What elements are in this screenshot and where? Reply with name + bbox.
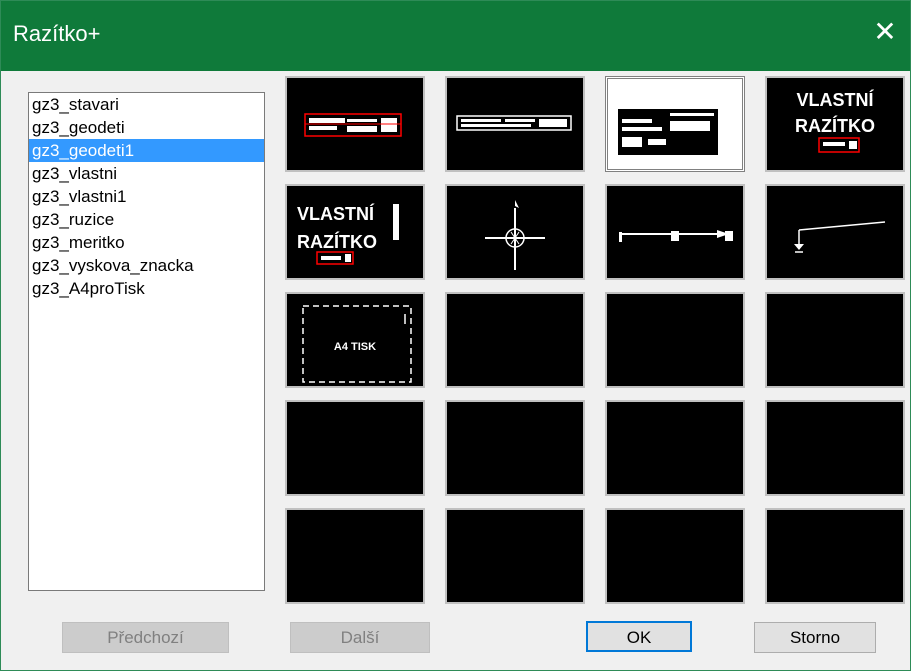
vlastni1-text-line1: VLASTNÍ — [297, 203, 375, 224]
list-item[interactable]: gz3_ruzice — [29, 208, 264, 231]
list-item[interactable]: gz3_vlastni — [29, 162, 264, 185]
vyskova-znacka-preview-drawing — [794, 221, 886, 253]
preview-tile-a4protisk[interactable]: A4 TISK — [285, 292, 425, 388]
vlastni1-preview-drawing: VLASTNÍ RAZÍTKO — [297, 203, 399, 265]
vlastni-text-line2: RAZÍTKO — [795, 115, 875, 136]
geodeti1-preview-drawing — [618, 109, 718, 155]
preview-tile-empty[interactable] — [605, 508, 745, 604]
meritko-preview-drawing — [619, 230, 733, 242]
vlastni-preview-drawing: VLASTNÍ RAZÍTKO — [795, 89, 875, 153]
list-item[interactable]: gz3_meritko — [29, 231, 264, 254]
vlastni-text-line1: VLASTNÍ — [796, 89, 874, 110]
cancel-button[interactable]: Storno — [754, 622, 876, 653]
preview-tile-empty[interactable] — [605, 292, 745, 388]
vlastni1-text-line2: RAZÍTKO — [297, 231, 377, 252]
block-list[interactable]: gz3_stavari gz3_geodeti gz3_geodeti1 gz3… — [28, 92, 265, 591]
preview-tile-meritko[interactable] — [605, 184, 745, 280]
previous-button[interactable]: Předchozí — [62, 622, 229, 653]
geodeti-preview-drawing — [456, 115, 572, 131]
preview-tile-vyskova-znacka[interactable] — [765, 184, 905, 280]
a4-tisk-label: A4 TISK — [334, 341, 376, 353]
preview-tile-vlastni1[interactable]: VLASTNÍ RAZÍTKO — [285, 184, 425, 280]
preview-tile-vlastni[interactable]: VLASTNÍ RAZÍTKO — [765, 76, 905, 172]
title-bar: Razítko+ ✕ — [1, 1, 910, 71]
ruzice-preview-drawing — [485, 200, 545, 270]
list-item[interactable]: gz3_vlastni1 — [29, 185, 264, 208]
a4protisk-preview-drawing: A4 TISK — [302, 305, 412, 383]
list-item[interactable]: gz3_A4proTisk — [29, 277, 264, 300]
close-icon[interactable]: ✕ — [870, 17, 900, 47]
preview-tile-empty[interactable] — [765, 400, 905, 496]
list-item-selected[interactable]: gz3_geodeti1 — [29, 139, 264, 162]
preview-tile-empty[interactable] — [445, 400, 585, 496]
preview-tile-empty[interactable] — [765, 292, 905, 388]
ok-button[interactable]: OK — [586, 621, 692, 652]
preview-tile-empty[interactable] — [765, 508, 905, 604]
list-item[interactable]: gz3_vyskova_znacka — [29, 254, 264, 277]
next-button[interactable]: Další — [290, 622, 430, 653]
preview-tile-geodeti[interactable] — [445, 76, 585, 172]
dialog-window: Razítko+ ✕ gz3_stavari gz3_geodeti gz3_g… — [0, 0, 911, 671]
preview-tile-empty[interactable] — [285, 400, 425, 496]
preview-tile-empty[interactable] — [605, 400, 745, 496]
list-item[interactable]: gz3_stavari — [29, 93, 264, 116]
window-title: Razítko+ — [13, 21, 101, 46]
stavari-preview-drawing — [304, 113, 402, 137]
preview-tile-stavari[interactable] — [285, 76, 425, 172]
preview-tile-empty[interactable] — [285, 508, 425, 604]
preview-tile-empty[interactable] — [445, 292, 585, 388]
list-item[interactable]: gz3_geodeti — [29, 116, 264, 139]
preview-tile-geodeti1[interactable] — [605, 76, 745, 172]
preview-tile-empty[interactable] — [445, 508, 585, 604]
preview-tile-ruzice[interactable] — [445, 184, 585, 280]
